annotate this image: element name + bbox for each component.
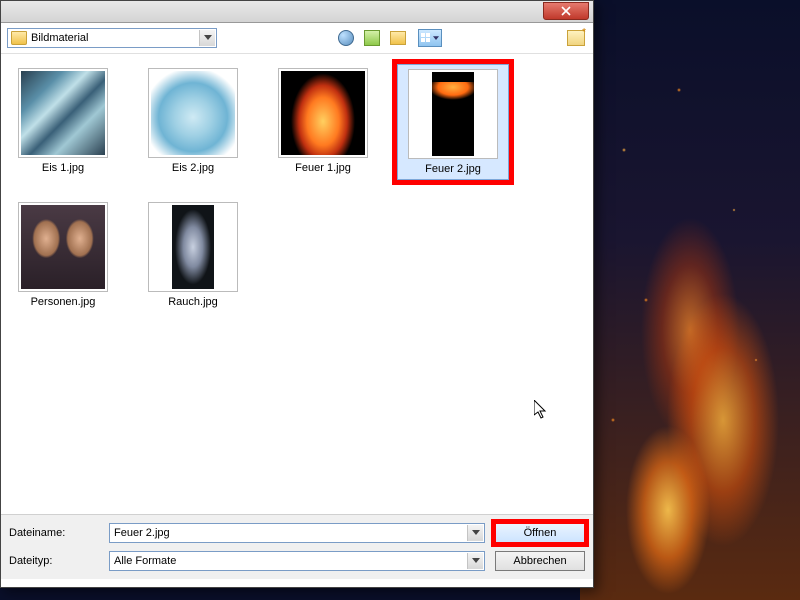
file-label: Personen.jpg: [31, 296, 96, 308]
filename-dropdown-arrow[interactable]: [467, 525, 483, 541]
thumbnail-image: [21, 205, 105, 289]
file-thumbnail: [278, 68, 368, 158]
file-item[interactable]: Personen.jpg: [7, 198, 119, 312]
new-document-star-icon: [567, 30, 585, 46]
folder-dropdown-arrow[interactable]: [199, 30, 215, 46]
file-item[interactable]: Feuer 2.jpg: [397, 64, 509, 180]
filetype-dropdown-arrow[interactable]: [467, 553, 483, 569]
file-thumbnail: [148, 68, 238, 158]
file-thumbnail: [18, 68, 108, 158]
file-label: Feuer 1.jpg: [295, 162, 351, 174]
titlebar: [1, 1, 593, 23]
filename-value-text: Feuer 2.jpg: [114, 527, 170, 539]
back-button[interactable]: [335, 27, 357, 49]
thumbnail-image: [172, 205, 214, 289]
file-item[interactable]: Feuer 1.jpg: [267, 64, 379, 180]
filename-label: Dateiname:: [9, 527, 99, 539]
up-one-level-button[interactable]: [361, 27, 383, 49]
open-button[interactable]: Öffnen: [495, 523, 585, 543]
file-thumbnail: [18, 202, 108, 292]
thumbnail-image: [151, 71, 235, 155]
file-thumbnail: [148, 202, 238, 292]
filetype-label: Dateityp:: [9, 555, 99, 567]
filetype-select[interactable]: Alle Formate: [109, 551, 485, 571]
close-icon: [561, 6, 571, 16]
chevron-down-icon: [472, 530, 480, 536]
file-item[interactable]: Rauch.jpg: [137, 198, 249, 312]
folder-open-icon: [390, 31, 406, 45]
thumbnail-image: [281, 71, 365, 155]
file-thumbnail: [408, 69, 498, 159]
thumbnail-image: [432, 72, 474, 156]
file-item[interactable]: Eis 1.jpg: [7, 64, 119, 180]
file-label: Rauch.jpg: [168, 296, 218, 308]
background-fire-preview: [580, 0, 800, 600]
filename-input[interactable]: Feuer 2.jpg: [109, 523, 485, 543]
favorite-button[interactable]: [565, 27, 587, 49]
file-label: Eis 2.jpg: [172, 162, 214, 174]
chevron-down-icon: [433, 36, 439, 41]
new-folder-button[interactable]: [387, 27, 409, 49]
chevron-down-icon: [472, 558, 480, 564]
thumbnail-image: [21, 71, 105, 155]
file-label: Eis 1.jpg: [42, 162, 84, 174]
folder-icon: [11, 31, 27, 45]
nav-toolbar: Bildmaterial: [1, 23, 593, 54]
chevron-down-icon: [204, 35, 212, 41]
up-arrow-icon: [364, 30, 380, 46]
form-area: Dateiname: Feuer 2.jpg Öffnen Dateityp: …: [1, 514, 593, 579]
folder-path-combo[interactable]: Bildmaterial: [7, 28, 217, 48]
cancel-button-label: Abbrechen: [513, 555, 566, 567]
file-item[interactable]: Eis 2.jpg: [137, 64, 249, 180]
cancel-button[interactable]: Abbrechen: [495, 551, 585, 571]
globe-back-icon: [338, 30, 354, 46]
filetype-value-text: Alle Formate: [114, 555, 176, 567]
open-button-label: Öffnen: [524, 527, 557, 539]
file-open-dialog: Bildmaterial Eis 1.jpg Eis 2.jpg Feuer 1.j…: [0, 0, 594, 588]
file-label: Feuer 2.jpg: [425, 163, 481, 175]
view-mode-button[interactable]: [413, 27, 447, 49]
folder-name-text: Bildmaterial: [31, 32, 88, 44]
file-list-area: Eis 1.jpg Eis 2.jpg Feuer 1.jpg Feuer 2.jpg…: [1, 54, 593, 514]
view-thumbnails-icon: [418, 29, 442, 47]
close-button[interactable]: [543, 2, 589, 20]
